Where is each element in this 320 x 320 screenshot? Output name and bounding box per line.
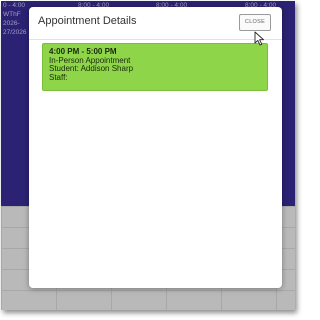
appointment-card[interactable]: 4:00 PM - 5:00 PM In-Person Appointment …	[42, 43, 268, 91]
appointment-details-dialog: Appointment Details CLOSE 4:00 PM - 5:00…	[29, 7, 282, 288]
calendar-date-end: 27/2026	[3, 29, 27, 36]
close-button[interactable]: CLOSE	[239, 14, 271, 31]
calendar-days: WThF	[3, 11, 21, 18]
appointment-staff: Staff:	[49, 72, 68, 82]
calendar-left-column: 0 - 4:00 WThF 2026- 27/2026	[3, 1, 27, 37]
calendar-hours: 0 - 4:00	[3, 2, 26, 9]
calendar-date-start: 2026-	[3, 20, 20, 27]
dialog-title: Appointment Details	[38, 15, 137, 27]
dialog-header: Appointment Details CLOSE	[29, 7, 282, 40]
mouse-pointer-icon	[254, 31, 264, 46]
appointment-student: Student: Addison Sharp	[49, 64, 134, 73]
